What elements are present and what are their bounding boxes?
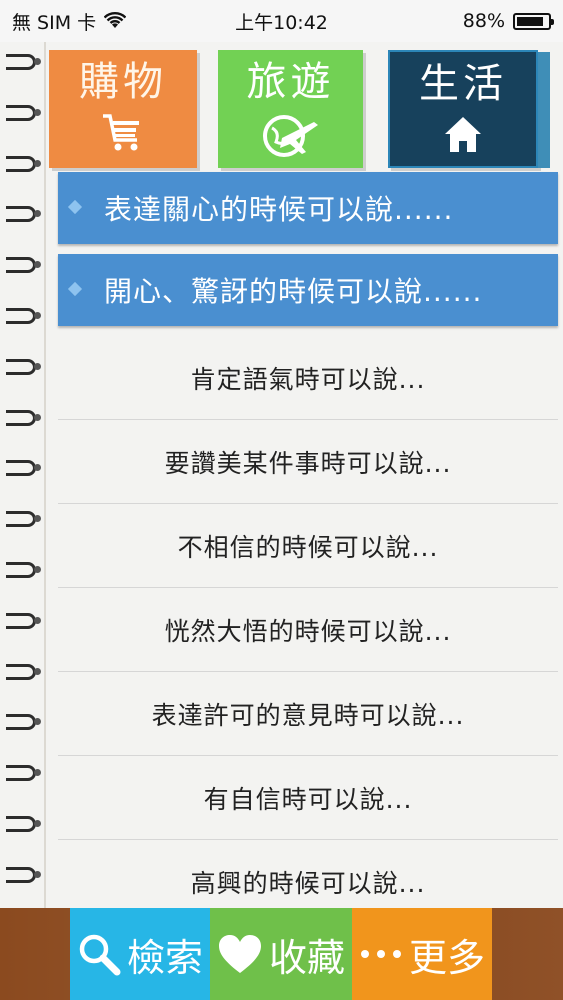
- banner-happy-surprised-label: 開心、驚訝的時候可以說......: [104, 275, 483, 308]
- status-right: 88%: [462, 10, 554, 32]
- battery-icon: [513, 12, 554, 30]
- spiral-ring: [6, 255, 42, 279]
- carrier-label: 無 SIM 卡: [12, 11, 97, 34]
- tab-travel-label: 旅遊: [246, 59, 335, 105]
- list-item[interactable]: 肯定語氣時可以說...: [58, 336, 558, 420]
- list-item[interactable]: 不相信的時候可以說...: [58, 504, 558, 588]
- wifi-icon: [104, 12, 127, 28]
- list-item[interactable]: 要讚美某件事時可以說...: [58, 420, 558, 504]
- status-bar: 無 SIM 卡 上午10:42 88%: [0, 0, 563, 42]
- list-item-label: 表達許可的意見時可以說...: [151, 700, 465, 730]
- search-button[interactable]: 檢索: [70, 908, 210, 1000]
- more-button-label: 更多: [408, 935, 485, 980]
- category-tabs: 購物 旅遊 生活: [0, 42, 563, 182]
- tab-life-edge: [538, 52, 550, 168]
- spiral-ring: [6, 458, 42, 482]
- battery-percent: 88%: [462, 10, 505, 32]
- list-item-label: 不相信的時候可以說...: [177, 532, 439, 562]
- shopping-cart-icon: [103, 114, 139, 151]
- home-icon: [445, 117, 481, 152]
- spiral-ring: [6, 865, 42, 889]
- list-item[interactable]: 表達許可的意見時可以說...: [58, 672, 558, 756]
- banner-happy-surprised[interactable]: 開心、驚訝的時候可以說......: [58, 254, 558, 326]
- list-item-label: 有自信時可以說...: [203, 784, 413, 814]
- status-left: 無 SIM 卡: [12, 8, 127, 35]
- phrase-category-list: 表達關心的時候可以說...... 開心、驚訝的時候可以說...... 肯定語氣時…: [58, 172, 558, 908]
- spiral-ring: [6, 560, 42, 584]
- notebook-page: 購物 旅遊 生活 表達關心的時候可以說...... 開心、驚訝的時候可以說...…: [0, 42, 563, 908]
- tab-shopping[interactable]: 購物: [49, 50, 197, 168]
- list-item[interactable]: 有自信時可以說...: [58, 756, 558, 840]
- tab-life[interactable]: 生活: [388, 50, 538, 168]
- airplane-globe-icon: [262, 115, 318, 157]
- list-item[interactable]: 高興的時候可以說...: [58, 840, 558, 908]
- spiral-ring: [6, 357, 42, 381]
- list-item[interactable]: 恍然大悟的時候可以說...: [58, 588, 558, 672]
- bottom-toolbar: 檢索 收藏 更多: [0, 908, 563, 1000]
- spiral-ring: [6, 204, 42, 228]
- ellipsis-icon: [360, 950, 401, 958]
- tab-travel[interactable]: 旅遊: [218, 50, 363, 168]
- spiral-ring: [6, 712, 42, 736]
- pin-icon: [67, 281, 83, 297]
- search-button-label: 檢索: [126, 935, 203, 980]
- search-icon: [79, 934, 121, 976]
- list-item-label: 要讚美某件事時可以說...: [164, 448, 452, 478]
- spiral-ring: [6, 306, 42, 330]
- banner-concern-label: 表達關心的時候可以說......: [104, 193, 454, 226]
- list-item-label: 高興的時候可以說...: [190, 868, 426, 898]
- spiral-ring: [6, 814, 42, 838]
- spiral-ring: [6, 509, 42, 533]
- pin-icon: [67, 199, 83, 215]
- spiral-ring: [6, 611, 42, 635]
- list-item-label: 恍然大悟的時候可以說...: [164, 616, 452, 646]
- more-button[interactable]: 更多: [352, 908, 492, 1000]
- spiral-ring: [6, 408, 42, 432]
- spiral-ring: [6, 662, 42, 686]
- tab-life-label: 生活: [419, 61, 507, 107]
- tab-shopping-label: 購物: [79, 59, 167, 105]
- favorites-button-label: 收藏: [268, 935, 345, 980]
- favorites-button[interactable]: 收藏: [210, 908, 352, 1000]
- spiral-ring: [6, 763, 42, 787]
- list-item-label: 肯定語氣時可以說...: [190, 364, 426, 394]
- banner-concern[interactable]: 表達關心的時候可以說......: [58, 172, 558, 244]
- heart-icon: [218, 935, 261, 973]
